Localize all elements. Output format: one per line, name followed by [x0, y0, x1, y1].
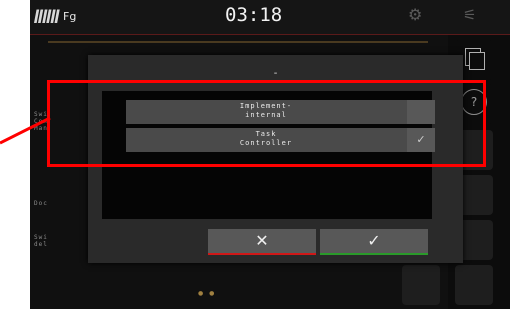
tractor-icon: ⚙	[408, 5, 423, 24]
page-indicator: ● ●	[198, 290, 217, 297]
dialog-title: -	[273, 68, 278, 79]
copy-icon-back	[469, 52, 485, 70]
softkey-7[interactable]	[402, 265, 440, 305]
mode-label: Fg	[63, 10, 77, 23]
cancel-button[interactable]: ✕	[208, 229, 316, 255]
clock: 03:18	[225, 4, 283, 26]
confirm-button[interactable]: ✓	[320, 229, 428, 255]
softkey-6[interactable]	[455, 265, 493, 305]
gps-off-icon: ⚟	[463, 6, 477, 24]
highlight-box	[47, 80, 486, 167]
highlight-pointer	[0, 116, 51, 145]
status-bar: ǁǁǁ Fg 03:18 ⚙ ⚟	[30, 0, 510, 35]
